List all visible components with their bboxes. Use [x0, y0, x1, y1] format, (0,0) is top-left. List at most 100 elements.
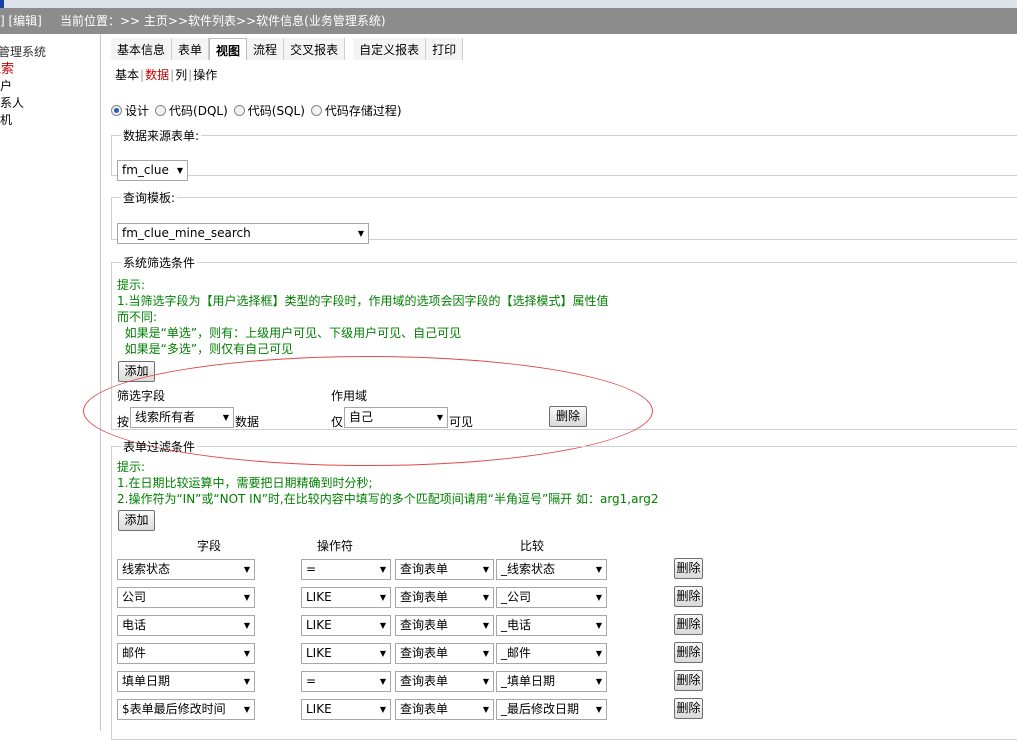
row-source-select[interactable]: 查询表单 ▼	[395, 699, 494, 720]
form-filter-add-button[interactable]: 添加	[118, 510, 155, 531]
subnav-columns[interactable]: 列	[175, 68, 187, 82]
system-filter-delete-button[interactable]: 删除	[549, 406, 587, 427]
row-source-value: 查询表单	[400, 702, 449, 716]
row-compare-value: _公司	[501, 590, 532, 604]
tab-bar: 基本信息 表单 视图 流程 交叉报表 自定义报表 打印	[111, 38, 464, 60]
row-source-select[interactable]: 查询表单 ▼	[395, 643, 494, 664]
edit-link[interactable]: ] [编辑]	[0, 8, 42, 34]
nav-item-customer[interactable]: 客户	[0, 78, 88, 95]
row-operator-select[interactable]: LIKE ▼	[301, 643, 391, 664]
chevron-down-icon: ▼	[482, 593, 489, 602]
row-source-select[interactable]: 查询表单 ▼	[395, 671, 494, 692]
row-compare-value: _最后修改日期	[501, 702, 580, 716]
row-operator-select[interactable]: LIKE ▼	[301, 587, 391, 608]
chevron-down-icon: ▼	[243, 705, 250, 714]
row-field-select[interactable]: 邮件 ▼	[117, 643, 255, 664]
nav-item-opportunity[interactable]: 商机	[0, 112, 88, 129]
query-template-fieldset: 查询模板: fm_clue_mine_search ▼	[111, 189, 1017, 244]
form-filter-fieldset: 表单过滤条件 提示: 1.在日期比较运算中，需要把日期精确到时分秒; 2.操作符…	[111, 438, 1017, 740]
tab-custom-report[interactable]: 自定义报表	[353, 38, 427, 60]
query-template-select[interactable]: fm_clue_mine_search ▼	[117, 223, 369, 244]
tab-form[interactable]: 表单	[172, 38, 210, 60]
radio-code-procedure[interactable]: 代码存储过程)	[310, 102, 402, 119]
nav-item-system[interactable]: 管理系统	[0, 44, 98, 61]
top-strip	[0, 0, 1017, 8]
chevron-down-icon: ▼	[379, 565, 386, 574]
row-source-value: 查询表单	[400, 590, 449, 604]
row-delete-button[interactable]: 删除	[674, 586, 703, 607]
system-filter-add-button[interactable]: 添加	[118, 361, 155, 382]
radio-unchecked-icon[interactable]	[310, 105, 322, 116]
nav-item-clue[interactable]: 线索	[0, 61, 88, 78]
tab-cross-report[interactable]: 交叉报表	[284, 38, 346, 60]
chevron-down-icon: ▼	[379, 621, 386, 630]
hint-line: 1.在日期比较运算中，需要把日期精确到时分秒;	[117, 476, 373, 490]
datasource-select[interactable]: fm_clue ▼	[117, 160, 188, 181]
row-compare-value: _电话	[501, 618, 532, 632]
subnav-basic[interactable]: 基本	[115, 68, 139, 82]
row-compare-select[interactable]: _电话 ▼	[496, 615, 607, 636]
tab-view[interactable]: 视图	[209, 38, 248, 60]
row-field-value: 填单日期	[122, 674, 171, 688]
system-filter-fieldset: 系统筛选条件 提示: 1.当筛选字段为【用户选择框】类型的字段时，作用域的选项会…	[111, 254, 1017, 430]
row-operator-select[interactable]: = ▼	[301, 671, 391, 692]
column-header-operator: 操作符	[317, 539, 354, 553]
hint-line: 1.当筛选字段为【用户选择框】类型的字段时，作用域的选项会因字段的【选择模式】属…	[117, 294, 609, 308]
row-field-select[interactable]: 填单日期 ▼	[117, 671, 255, 692]
chevron-down-icon: ▼	[222, 413, 229, 422]
row-delete-button[interactable]: 删除	[674, 642, 703, 663]
radio-code-sql[interactable]: 代码(SQL)	[233, 102, 305, 119]
row-field-select[interactable]: 线索状态 ▼	[117, 559, 255, 580]
row-compare-select[interactable]: _公司 ▼	[496, 587, 607, 608]
tab-flow[interactable]: 流程	[247, 38, 285, 60]
hint-title: 提示:	[117, 278, 146, 292]
chevron-down-icon: ▼	[379, 677, 386, 686]
chevron-down-icon: ▼	[482, 705, 489, 714]
column-header-compare: 比较	[520, 539, 545, 553]
chevron-down-icon: ▼	[595, 649, 602, 658]
chevron-down-icon: ▼	[243, 593, 250, 602]
title-bar: ] [编辑] 当前位置：>> 主页>>软件列表>>软件信息(业务管理系统)	[0, 8, 1017, 34]
main-panel: 基本信息 表单 视图 流程 交叉报表 自定义报表 打印 基本|数据|列|操作 设…	[83, 34, 1017, 740]
row-compare-select[interactable]: _填单日期 ▼	[496, 671, 607, 692]
row-operator-select[interactable]: = ▼	[301, 559, 391, 580]
row-field-select[interactable]: $表单最后修改时间 ▼	[117, 699, 255, 720]
subnav-actions[interactable]: 操作	[193, 68, 217, 82]
row-source-select[interactable]: 查询表单 ▼	[395, 587, 494, 608]
data-label: 数据	[235, 415, 260, 429]
row-delete-button[interactable]: 删除	[674, 698, 703, 719]
row-source-value: 查询表单	[400, 618, 449, 632]
row-compare-select[interactable]: _邮件 ▼	[496, 643, 607, 664]
row-compare-value: _填单日期	[501, 674, 556, 688]
nav-item-contact[interactable]: 联系人	[0, 95, 88, 112]
query-template-value: fm_clue_mine_search	[122, 226, 251, 240]
tab-basic-info[interactable]: 基本信息	[111, 38, 173, 60]
row-field-value: 邮件	[122, 646, 147, 660]
row-compare-select[interactable]: _线索状态 ▼	[496, 559, 607, 580]
row-source-value: 查询表单	[400, 562, 449, 576]
row-field-select[interactable]: 电话 ▼	[117, 615, 255, 636]
filter-field-select[interactable]: 线索所有者 ▼	[130, 407, 234, 428]
radio-checked-icon[interactable]	[111, 105, 122, 116]
sub-nav: 基本|数据|列|操作	[115, 66, 217, 83]
radio-unchecked-icon[interactable]	[155, 105, 167, 116]
chevron-down-icon: ▼	[595, 677, 602, 686]
row-delete-button[interactable]: 删除	[674, 670, 703, 691]
chevron-down-icon: ▼	[243, 677, 250, 686]
row-source-select[interactable]: 查询表单 ▼	[395, 559, 494, 580]
row-operator-select[interactable]: LIKE ▼	[301, 615, 391, 636]
radio-design[interactable]: 设计	[111, 102, 149, 119]
row-operator-select[interactable]: LIKE ▼	[301, 699, 391, 720]
radio-code-dql[interactable]: 代码(DQL)	[155, 102, 228, 119]
radio-unchecked-icon[interactable]	[233, 105, 245, 116]
row-source-select[interactable]: 查询表单 ▼	[395, 615, 494, 636]
row-delete-button[interactable]: 删除	[674, 558, 703, 579]
tab-print[interactable]: 打印	[426, 38, 464, 60]
chevron-down-icon: ▼	[595, 593, 602, 602]
scope-select[interactable]: 自己 ▼	[344, 407, 448, 428]
row-field-select[interactable]: 公司 ▼	[117, 587, 255, 608]
subnav-data[interactable]: 数据	[145, 68, 169, 82]
row-delete-button[interactable]: 删除	[674, 614, 703, 635]
row-compare-select[interactable]: _最后修改日期 ▼	[496, 699, 607, 720]
chevron-down-icon: ▼	[176, 166, 183, 175]
